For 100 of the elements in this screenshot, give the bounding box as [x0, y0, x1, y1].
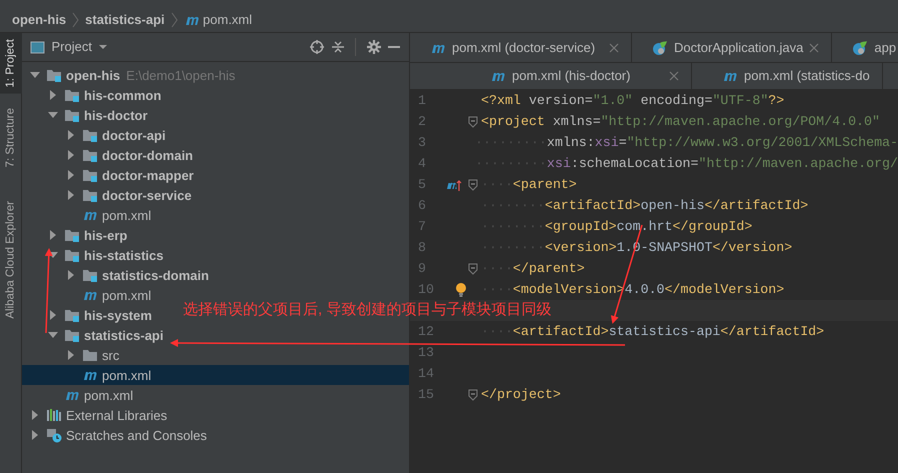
line-number: 12 [417, 322, 435, 341]
tree-item-label[interactable]: src [102, 346, 120, 365]
collapsed-arrow-icon[interactable] [48, 310, 58, 320]
breadcrumb-item[interactable]: statistics-api [85, 10, 165, 30]
code-line: ·········xmlns:xsi="http://www.w3.org/2001/XMLSchema- [475, 134, 898, 152]
chevron-icon [170, 12, 178, 28]
module-folder-icon [82, 167, 98, 184]
module-folder-icon [64, 247, 80, 264]
expanded-arrow-icon[interactable] [48, 250, 58, 260]
fold-marker-icon[interactable] [468, 388, 478, 400]
tree-item-label[interactable]: pom.xml [102, 206, 152, 225]
tree-item-label[interactable]: pom.xml [84, 386, 134, 405]
collapsed-arrow-icon[interactable] [30, 410, 40, 420]
folder-icon [82, 347, 98, 364]
close-icon[interactable] [609, 42, 619, 52]
code-line: <project xmlns="http://maven.apache.org/POM/4.0.0" [481, 112, 880, 131]
tree-item-label[interactable]: pom.xml [102, 286, 152, 305]
line-number: 6 [417, 196, 427, 215]
collapsed-arrow-icon[interactable] [66, 130, 76, 140]
project-path: E:\demo1\open-his [126, 66, 236, 85]
spring-app-icon [852, 40, 868, 56]
fold-marker-icon[interactable] [468, 116, 478, 128]
chevron-icon [72, 12, 80, 28]
collapsed-arrow-icon[interactable] [66, 150, 76, 160]
code-line: ····</parent> [481, 260, 585, 278]
breadcrumb-item[interactable]: open-his [12, 10, 66, 30]
expanded-arrow-icon[interactable] [48, 110, 58, 120]
tree-item-label[interactable]: his-doctor [84, 106, 148, 125]
settings-gear-icon[interactable] [366, 40, 380, 54]
annotation-text: 选择错误的父项目后, 导致创建的项目与子模块项目同级 [183, 300, 552, 320]
panel-title[interactable]: Project [52, 37, 92, 57]
line-number: 7 [417, 218, 427, 236]
line-number: 2 [417, 112, 427, 131]
breadcrumb-item[interactable]: pom.xml [202, 10, 252, 30]
tree-item-label[interactable]: statistics-api [84, 326, 164, 345]
selected-row-highlight[interactable]: pom.xml [22, 365, 409, 386]
collapsed-arrow-icon[interactable] [30, 430, 40, 440]
collapse-all-icon[interactable] [330, 40, 344, 54]
code-line: </project> [481, 386, 561, 404]
code-line: ····<artifactId>statistics-api</artifactId> [481, 322, 824, 341]
module-folder-icon [64, 307, 80, 324]
line-number: 14 [417, 364, 435, 383]
line-number: 15 [417, 386, 435, 404]
editor-tab[interactable]: pom.xml (doctor-service) [452, 38, 596, 58]
line-number: 5 [417, 176, 427, 194]
expanded-arrow-icon[interactable] [30, 70, 40, 80]
code-line: ········<artifactId>open-his</artifactId> [481, 196, 808, 215]
module-folder-icon [82, 127, 98, 144]
fold-marker-icon[interactable] [468, 178, 478, 190]
editor-tab[interactable]: pom.xml (his-doctor) [512, 66, 630, 86]
tree-item-label[interactable]: his-statistics [84, 246, 164, 265]
collapsed-arrow-icon[interactable] [48, 230, 58, 240]
line-number: 13 [417, 344, 435, 362]
module-folder-icon [82, 187, 98, 204]
libraries-icon [46, 407, 62, 424]
fold-marker-icon[interactable] [468, 262, 478, 274]
line-number: 1 [417, 92, 427, 110]
tree-item-label[interactable]: Scratches and Consoles [66, 426, 207, 445]
collapsed-arrow-icon[interactable] [66, 350, 76, 360]
editor-tab[interactable]: app [874, 38, 896, 58]
scratch-clock-icon [46, 427, 62, 444]
module-folder-icon [64, 107, 80, 124]
tool-window-tab[interactable]: 1: Project [0, 33, 22, 94]
tree-item-label[interactable]: doctor-api [102, 126, 166, 145]
tool-window-tab[interactable]: 7: Structure [0, 102, 22, 174]
tree-item-label[interactable]: his-common [84, 86, 162, 105]
line-number: 4 [417, 154, 427, 173]
collapsed-arrow-icon[interactable] [66, 270, 76, 280]
close-icon[interactable] [669, 71, 679, 81]
close-icon[interactable] [809, 42, 820, 52]
lightbulb-icon[interactable] [454, 282, 468, 298]
collapsed-arrow-icon[interactable] [66, 190, 76, 200]
tree-item-label[interactable]: doctor-domain [102, 146, 193, 165]
tree-item-label[interactable]: doctor-service [102, 186, 192, 205]
module-folder-icon [46, 67, 62, 84]
line-number: 9 [417, 260, 427, 278]
code-line: ········<groupId>com.hrt</groupId> [481, 218, 752, 236]
editor-tab[interactable]: pom.xml (statistics-do [744, 66, 870, 86]
locate-crosshair-icon[interactable] [310, 40, 324, 54]
tool-window-tab[interactable]: Alibaba Cloud Explorer [0, 195, 22, 325]
collapsed-arrow-icon[interactable] [66, 170, 76, 180]
module-folder-icon [64, 87, 80, 104]
editor-tab[interactable]: DoctorApplication.java [674, 38, 804, 58]
collapsed-arrow-icon[interactable] [48, 90, 58, 100]
tree-item-label[interactable]: pom.xml [102, 366, 152, 385]
dropdown-caret-icon[interactable] [98, 42, 108, 52]
tree-item-label[interactable]: External Libraries [66, 406, 168, 425]
code-line: ·········xsi:schemaLocation="http://maven.apache.org/ [475, 154, 898, 173]
tree-item-label[interactable]: his-system [84, 306, 152, 325]
maven-parent-gutter-icon[interactable] [446, 178, 462, 192]
module-folder-icon [64, 227, 80, 244]
module-folder-icon [82, 147, 98, 164]
line-number: 10 [417, 280, 435, 299]
panel-window-icon [30, 40, 45, 54]
line-number: 8 [417, 238, 427, 257]
expanded-arrow-icon[interactable] [48, 330, 58, 340]
tree-item-label[interactable]: statistics-domain [102, 266, 209, 285]
tree-item-label[interactable]: his-erp [84, 226, 128, 245]
tree-item-label[interactable]: open-his [66, 66, 120, 85]
tree-item-label[interactable]: doctor-mapper [102, 166, 194, 185]
